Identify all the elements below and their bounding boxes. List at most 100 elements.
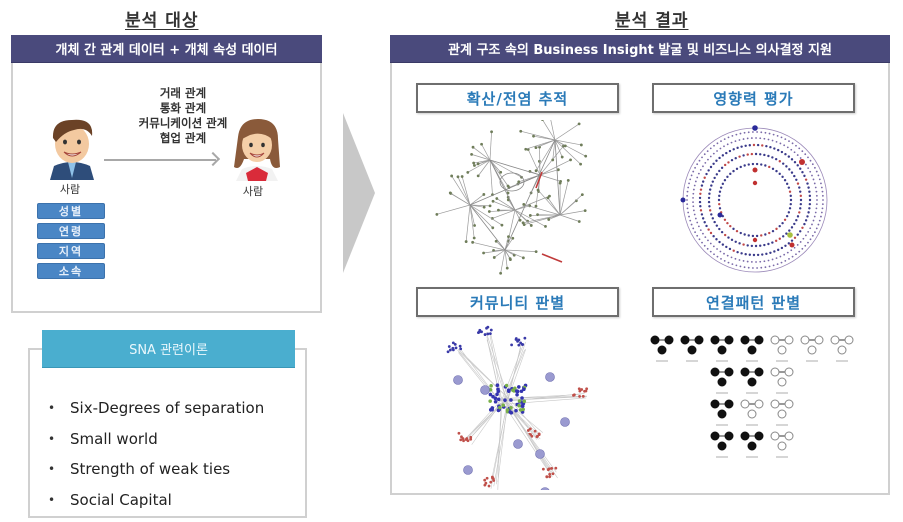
influence-node: [767, 154, 770, 158]
community-node: [483, 333, 487, 336]
ring-outline: [682, 127, 828, 273]
community-node: [484, 481, 488, 485]
influence-node: [715, 159, 718, 162]
influence-node: [815, 207, 818, 210]
influence-node: [716, 142, 719, 145]
triad-node: [680, 335, 690, 345]
influence-node: [791, 142, 794, 145]
influence-node: [763, 137, 766, 140]
triad-node: [664, 335, 674, 345]
community-cluster-graph: [446, 325, 589, 490]
panel-title-diffusion: 확산/전염 추적: [416, 83, 619, 113]
influence-node: [784, 244, 787, 248]
influence-node: [709, 155, 712, 158]
triad-node: [754, 399, 764, 409]
influence-node: [729, 224, 732, 228]
community-node: [581, 394, 585, 398]
influence-node: [721, 154, 725, 157]
community-node: [578, 395, 581, 398]
network-node: [480, 142, 483, 146]
influence-node: [704, 161, 707, 164]
influence-node: [731, 134, 734, 137]
influence-node: [783, 253, 786, 256]
influence-node: [789, 202, 792, 206]
influence-node: [793, 161, 797, 164]
influence-node: [742, 138, 745, 140]
influence-node: [790, 148, 793, 151]
triad-node: [784, 399, 794, 409]
community-node: [509, 405, 513, 410]
triad-node: [754, 431, 764, 441]
influence-node: [752, 143, 756, 147]
influence-node: [723, 252, 725, 255]
influence-node: [785, 165, 788, 168]
network-node: [579, 143, 583, 147]
influence-node: [788, 257, 790, 260]
bullet-icon: •: [48, 492, 56, 507]
attribute-age: 연령: [37, 223, 105, 239]
network-node: [560, 155, 564, 159]
community-node: [486, 325, 490, 329]
triad-node: [710, 367, 720, 377]
community-node: [493, 399, 498, 404]
influence-node: [750, 137, 753, 139]
influence-node: [799, 198, 803, 202]
bullet-icon: •: [48, 462, 56, 477]
community-node: [526, 429, 530, 432]
network-edge: [559, 214, 580, 222]
triad-node: [754, 335, 764, 345]
right-section-title: 분석 결과: [615, 11, 689, 31]
influence-node: [712, 235, 715, 238]
influence-node: [809, 227, 812, 230]
influence-node: [701, 241, 703, 244]
influence-node: [807, 156, 809, 159]
influence-node: [796, 164, 799, 167]
influence-node: [703, 176, 706, 179]
influence-node: [730, 141, 733, 144]
influence-node: [692, 227, 695, 230]
community-node: [503, 398, 507, 402]
influence-node: [782, 162, 785, 165]
influence-node: [692, 170, 695, 173]
influence-node: [686, 194, 689, 197]
influence-node: [700, 213, 704, 216]
influential-node: [752, 167, 758, 173]
influence-node: [725, 151, 728, 155]
influence-node: [780, 150, 784, 154]
influence-node: [743, 131, 746, 134]
influence-node: [822, 199, 824, 201]
influence-node: [778, 224, 781, 228]
network-edge: [469, 204, 494, 229]
network-edge: [523, 214, 561, 224]
network-edge: [559, 180, 569, 216]
influence-node: [746, 137, 749, 140]
influence-node: [799, 194, 803, 198]
influence-node: [811, 223, 813, 226]
influence-node: [788, 190, 792, 193]
person-left-label: 사람: [59, 183, 81, 196]
left-section-title: 분석 대상: [125, 11, 199, 31]
influence-node: [778, 160, 781, 163]
influence-node: [756, 131, 758, 133]
network-node: [482, 205, 486, 209]
community-node: [457, 431, 461, 435]
influence-node: [786, 146, 789, 149]
influence-node: [739, 231, 742, 235]
community-node: [490, 406, 495, 410]
influence-node: [747, 234, 750, 237]
network-node: [448, 191, 452, 195]
influence-node: [703, 153, 706, 156]
community-node: [487, 484, 491, 488]
influence-node: [716, 255, 719, 258]
influence-node: [723, 163, 727, 167]
network-edge: [469, 174, 541, 206]
influence-node: [719, 186, 723, 189]
influence-node: [692, 197, 694, 199]
community-node: [519, 341, 523, 345]
influence-node: [756, 267, 758, 269]
influence-node: [719, 147, 722, 150]
influence-node: [726, 143, 729, 146]
influence-node: [709, 231, 713, 235]
community-node: [533, 429, 537, 433]
network-node: [490, 130, 493, 134]
